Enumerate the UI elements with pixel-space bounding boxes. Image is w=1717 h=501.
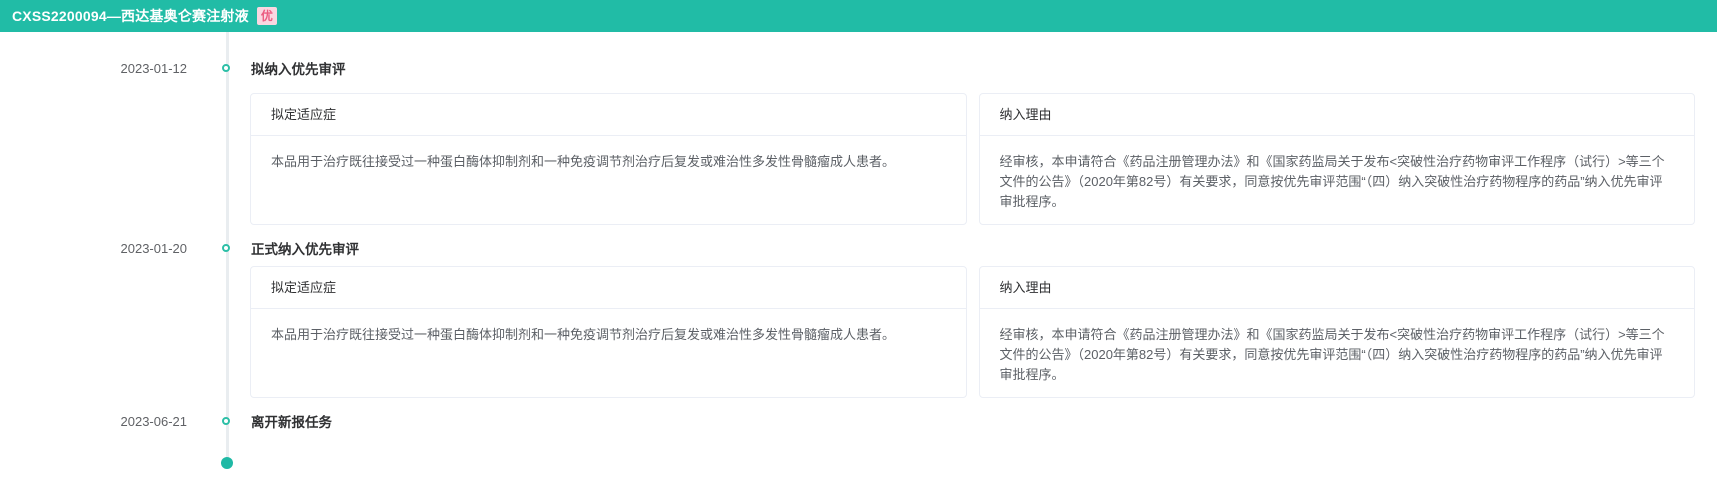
timeline-node-icon [222, 244, 230, 252]
timeline-item-1-cards: 拟定适应症 本品用于治疗既往接受过一种蛋白酶体抑制剂和一种免疫调节剂治疗后复发或… [250, 93, 1695, 225]
card-header: 纳入理由 [979, 94, 1694, 136]
card-body: 经审核，本申请符合《药品注册管理办法》和《国家药监局关于发布<突破性治疗药物审评… [999, 327, 1665, 382]
indication-card: 拟定适应症 本品用于治疗既往接受过一种蛋白酶体抑制剂和一种免疫调节剂治疗后复发或… [250, 266, 967, 398]
title-bar: CXSS2200094—西达基奥仑赛注射液 优 [0, 0, 1717, 32]
card-body: 本品用于治疗既往接受过一种蛋白酶体抑制剂和一种免疫调节剂治疗后复发或难治性多发性… [271, 327, 896, 342]
card-body: 经审核，本申请符合《药品注册管理办法》和《国家药监局关于发布<突破性治疗药物审评… [999, 154, 1665, 209]
card-header: 拟定适应症 [251, 94, 966, 136]
card-header: 拟定适应症 [251, 267, 966, 309]
timeline-item-title: 拟纳入优先审评 [251, 62, 346, 77]
card-header: 纳入理由 [979, 267, 1694, 309]
reason-card: 纳入理由 经审核，本申请符合《药品注册管理办法》和《国家药监局关于发布<突破性治… [978, 266, 1695, 398]
timeline-item-date: 2023-06-21 [120, 413, 188, 429]
timeline: 2023-01-12 拟纳入优先审评 拟定适应症 本品用于治疗既往接受过一种蛋白… [0, 32, 1717, 501]
reason-card: 纳入理由 经审核，本申请符合《药品注册管理办法》和《国家药监局关于发布<突破性治… [978, 93, 1695, 225]
timeline-item-title: 离开新报任务 [251, 415, 332, 430]
timeline-item-date: 2023-01-20 [120, 240, 188, 256]
card-body: 本品用于治疗既往接受过一种蛋白酶体抑制剂和一种免疫调节剂治疗后复发或难治性多发性… [271, 154, 896, 169]
timeline-item-3: 2023-06-21 离开新报任务 [0, 413, 333, 431]
page-title: CXSS2200094—西达基奥仑赛注射液 [12, 8, 249, 24]
priority-badge: 优 [256, 7, 277, 25]
timeline-item-date: 2023-01-12 [120, 60, 188, 76]
timeline-end-dot [221, 457, 233, 469]
timeline-node-icon [222, 417, 230, 425]
timeline-item-title: 正式纳入优先审评 [251, 242, 359, 257]
timeline-node-icon [222, 64, 230, 72]
indication-card: 拟定适应症 本品用于治疗既往接受过一种蛋白酶体抑制剂和一种免疫调节剂治疗后复发或… [250, 93, 967, 225]
timeline-item-1: 2023-01-12 拟纳入优先审评 [0, 60, 346, 78]
timeline-item-2: 2023-01-20 正式纳入优先审评 [0, 240, 360, 258]
timeline-item-2-cards: 拟定适应症 本品用于治疗既往接受过一种蛋白酶体抑制剂和一种免疫调节剂治疗后复发或… [250, 266, 1695, 398]
